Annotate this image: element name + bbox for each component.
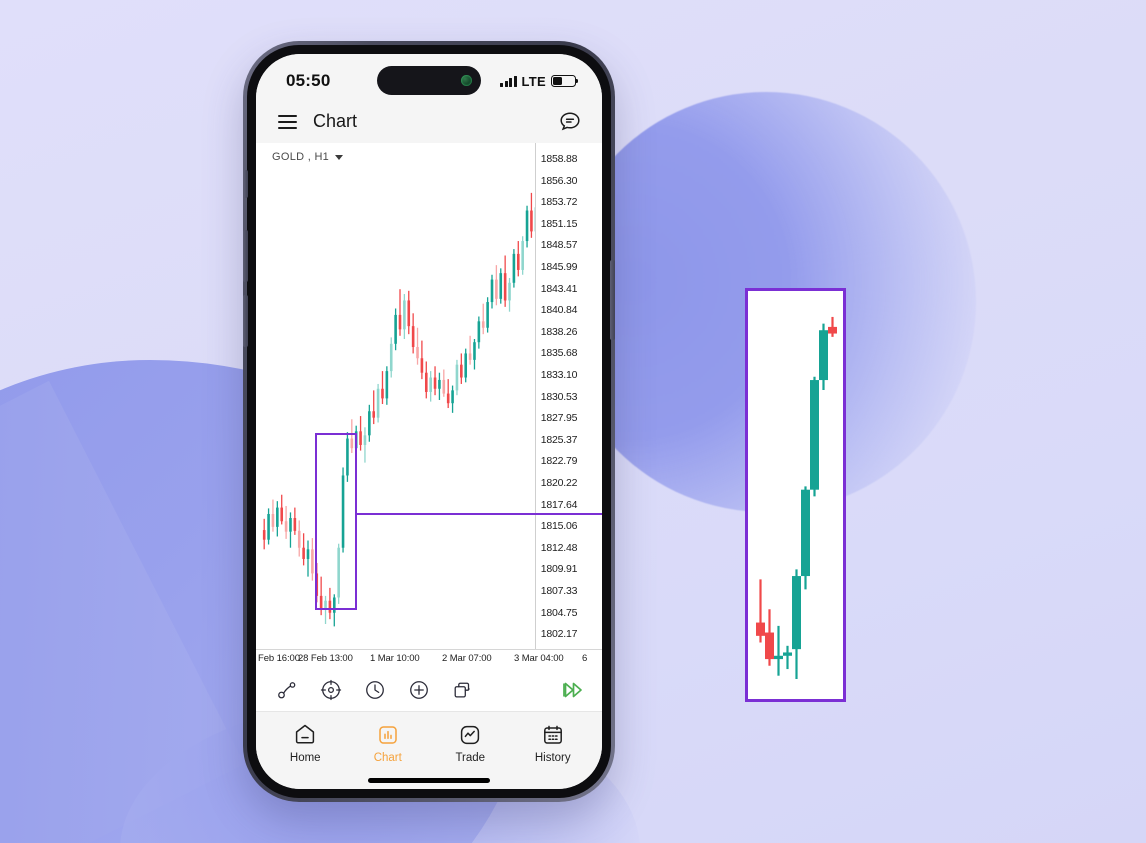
phone-frame: 05:50 LTE Chart GOLD , H1 1858.88 1856.3… <box>243 41 615 802</box>
price-tick: 1845.99 <box>540 261 578 273</box>
battery-icon <box>551 75 579 87</box>
price-tick: 1848.57 <box>540 239 578 252</box>
time-tick: 2 Mar 07:00 <box>442 653 492 664</box>
chart-area[interactable]: GOLD , H1 1858.88 1856.30 1853.72 1851.15 18… <box>256 143 602 649</box>
price-tick: 1853.72 <box>540 196 578 209</box>
price-tick: 1825.37 <box>540 433 578 446</box>
price-tick: 1812.48 <box>540 541 578 554</box>
price-tick: 1838.26 <box>540 325 578 338</box>
selection-rectangle[interactable] <box>315 433 357 610</box>
price-tick: 1840.84 <box>540 304 578 317</box>
plus-circle-icon[interactable] <box>408 679 430 701</box>
chart-bars-icon <box>379 726 397 744</box>
time-axis: Feb 16:00 28 Feb 13:00 1 Mar 10:00 2 Mar 07… <box>256 649 602 668</box>
price-tick: 1815.06 <box>540 520 578 533</box>
price-tick: 1820.22 <box>540 477 578 489</box>
price-tick: 1843.41 <box>540 282 578 295</box>
price-tick: 1858.88 <box>540 153 578 165</box>
candlestick-series <box>262 192 535 627</box>
nav-item-trade[interactable]: Trade <box>435 722 505 764</box>
page-title: Chart <box>313 111 358 131</box>
network-type-label: LTE <box>521 73 546 89</box>
price-axis[interactable]: 1858.88 1856.30 1853.72 1851.15 1848.57 1845.… <box>534 143 602 649</box>
chevron-down-icon <box>335 154 344 160</box>
magnified-candlestick-series <box>756 316 837 680</box>
chart-plot[interactable]: GOLD , H1 <box>256 143 535 649</box>
nav-item-home[interactable]: Home <box>270 722 340 764</box>
volume-up-button[interactable] <box>243 230 248 282</box>
time-tick: Feb 16:00 <box>258 653 300 664</box>
layers-icon[interactable] <box>452 679 474 701</box>
power-button[interactable] <box>610 260 615 340</box>
status-indicators: LTE <box>500 66 579 89</box>
clock-icon[interactable] <box>364 679 386 701</box>
camera-active-icon <box>461 75 472 86</box>
nav-label-chart: Chart <box>373 752 402 764</box>
symbol-selector[interactable]: GOLD , H1 <box>272 151 344 163</box>
volume-down-button[interactable] <box>243 295 248 347</box>
home-icon <box>296 724 315 744</box>
price-tick: 1802.17 <box>540 628 578 641</box>
bottom-navigation[interactable]: Home Chart Trade History <box>256 712 602 770</box>
price-tick: 1851.15 <box>540 217 578 230</box>
signal-bars-icon <box>500 75 517 87</box>
symbol-label-text: GOLD , H1 <box>272 151 330 163</box>
price-tick: 1856.30 <box>540 174 578 187</box>
price-tick: 1809.91 <box>540 563 578 576</box>
price-tick: 1833.10 <box>540 369 578 381</box>
time-tick: 28 Feb 13:00 <box>298 653 353 664</box>
hamburger-menu-icon[interactable] <box>278 114 297 129</box>
nav-label-home: Home <box>289 752 321 764</box>
time-tick: 6 <box>582 653 588 664</box>
crosshair-icon[interactable] <box>320 679 342 701</box>
time-tick: 1 Mar 10:00 <box>370 653 420 664</box>
chat-bubble-icon[interactable] <box>558 110 582 134</box>
nav-item-history[interactable]: History <box>518 722 588 764</box>
magnifier-connector-line <box>357 513 602 515</box>
price-tick: 1835.68 <box>540 347 578 360</box>
chart-toolbar[interactable] <box>256 668 602 712</box>
price-tick: 1830.53 <box>540 390 578 403</box>
line-tool-icon[interactable] <box>276 679 298 701</box>
dynamic-island <box>377 66 481 95</box>
price-tick: 1817.64 <box>540 498 578 511</box>
magnified-chart-panel <box>745 288 846 702</box>
status-time: 05:50 <box>286 71 331 90</box>
price-tick: 1822.79 <box>540 455 578 468</box>
price-tick: 1827.95 <box>540 412 578 425</box>
nav-item-chart[interactable]: Chart <box>353 722 423 764</box>
calendar-icon <box>543 725 562 744</box>
home-indicator[interactable] <box>368 778 490 783</box>
home-indicator-area <box>256 770 602 789</box>
price-tick: 1804.75 <box>540 606 578 619</box>
price-tick: 1807.33 <box>540 585 578 597</box>
time-tick: 3 Mar 04:00 <box>514 653 564 664</box>
app-header: Chart <box>256 100 602 143</box>
status-bar: 05:50 LTE <box>256 54 602 100</box>
trade-pulse-icon <box>461 725 480 745</box>
silent-switch[interactable] <box>244 170 248 198</box>
nav-label-history: History <box>534 752 571 764</box>
phone-bezel: 05:50 LTE Chart GOLD , H1 1858.88 1856.3… <box>243 45 615 798</box>
nav-label-trade: Trade <box>455 752 486 764</box>
phone-screen: 05:50 LTE Chart GOLD , H1 1858.88 1856.3… <box>256 54 602 789</box>
scene: 05:50 LTE Chart GOLD , H1 1858.88 1856.3… <box>0 0 1146 843</box>
fast-forward-icon[interactable] <box>560 679 582 701</box>
